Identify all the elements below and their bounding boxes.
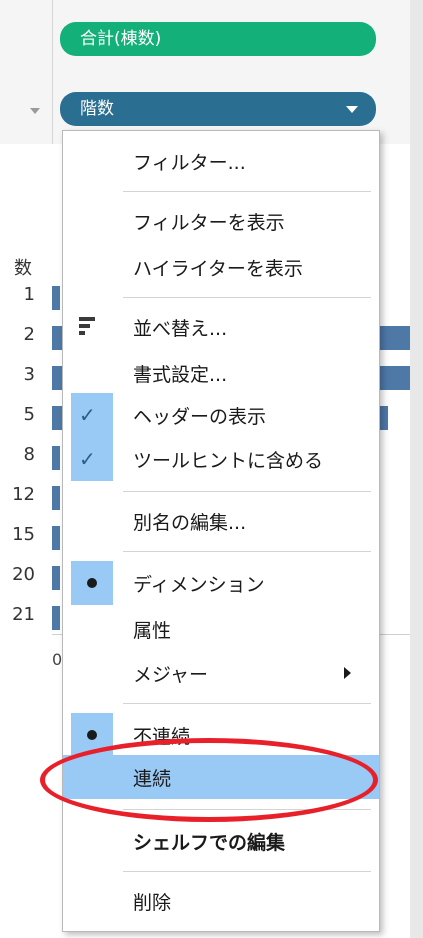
row-header-label[interactable]: 12: [12, 484, 35, 505]
bar-mark[interactable]: [52, 566, 60, 590]
shelf-dropdown-icon[interactable]: [30, 108, 40, 114]
sort-icon: [79, 317, 95, 338]
menu-item-remove[interactable]: 削除: [63, 879, 379, 923]
bar-mark[interactable]: [52, 606, 60, 630]
scrollbar-track[interactable]: [410, 0, 423, 938]
menu-item-format[interactable]: 書式設定...: [63, 351, 379, 395]
shelf-divider: [52, 0, 53, 76]
row-header-label[interactable]: 5: [24, 404, 35, 425]
dimension-pill[interactable]: 階数: [60, 92, 376, 126]
bar-mark[interactable]: [52, 446, 60, 470]
menu-separator: [123, 191, 371, 192]
menu-item-filter[interactable]: フィルター...: [63, 139, 379, 183]
bar-mark[interactable]: [52, 526, 60, 550]
menu-separator: [123, 871, 371, 872]
row-header-label[interactable]: 3: [24, 364, 35, 385]
menu-separator: [123, 703, 371, 704]
menu-item-show-header[interactable]: ✓ ヘッダーの表示: [63, 393, 379, 437]
radio-dot-icon: [87, 578, 97, 588]
checkmark-icon: ✓: [79, 447, 96, 471]
chevron-down-icon[interactable]: [346, 106, 358, 113]
menu-item-show-highlighter[interactable]: ハイライターを表示: [63, 245, 379, 289]
menu-item-edit-alias[interactable]: 別名の編集...: [63, 499, 379, 543]
menu-separator: [123, 297, 371, 298]
row-header-label[interactable]: 1: [24, 284, 35, 305]
bar-mark[interactable]: [52, 286, 60, 310]
menu-item-attribute[interactable]: 属性: [63, 607, 379, 651]
menu-separator: [123, 551, 371, 552]
shelf-divider: [52, 76, 53, 144]
checkmark-icon: ✓: [79, 403, 96, 427]
axis-tick-label: 0: [52, 650, 63, 669]
annotation-ellipse: [40, 738, 378, 822]
row-header-title: 数: [14, 258, 32, 279]
row-header-label[interactable]: 20: [12, 564, 35, 585]
row-header-label[interactable]: 2: [24, 324, 35, 345]
row-header-label[interactable]: 15: [12, 524, 35, 545]
menu-item-show-filter[interactable]: フィルターを表示: [63, 199, 379, 243]
dimension-pill-label: 階数: [80, 99, 114, 119]
menu-item-measure[interactable]: メジャー: [63, 651, 379, 695]
bar-mark[interactable]: [52, 486, 60, 510]
columns-shelf: 合計(棟数): [0, 0, 410, 77]
menu-item-sort[interactable]: 並べ替え...: [63, 305, 379, 349]
measure-pill[interactable]: 合計(棟数): [60, 22, 376, 56]
submenu-arrow-icon: [344, 667, 351, 679]
radio-dot-icon: [87, 730, 97, 740]
row-header-label[interactable]: 21: [12, 604, 35, 625]
menu-item-edit-in-shelf[interactable]: シェルフでの編集: [63, 819, 379, 863]
menu-item-dimension[interactable]: ディメンション: [63, 561, 379, 605]
menu-item-include-tooltip[interactable]: ✓ ツールヒントに含める: [63, 437, 379, 481]
row-header-label[interactable]: 8: [24, 444, 35, 465]
menu-separator: [123, 491, 371, 492]
